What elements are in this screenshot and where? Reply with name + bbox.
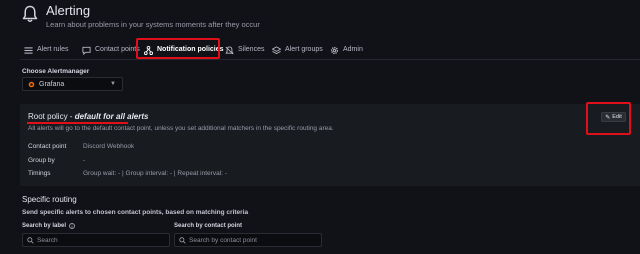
alertmanager-select[interactable]: Grafana ▼ <box>22 77 123 91</box>
tab-bar: Alert rules Contact points Notification … <box>20 40 640 60</box>
page-subtitle: Learn about problems in your systems mom… <box>46 20 260 29</box>
timings-key: Timings <box>28 170 51 177</box>
tab-label: Alert groups <box>285 46 323 53</box>
tab-contact-points[interactable]: Contact points <box>82 40 140 60</box>
group-by-value: - <box>83 157 86 164</box>
bell-slash-icon <box>225 45 234 54</box>
annotation-highlight-tab <box>136 38 220 59</box>
search-icon <box>179 236 186 244</box>
annotation-underline <box>27 122 128 124</box>
root-policy-title: Root policy - default for all alerts <box>28 112 148 121</box>
list-icon <box>24 46 33 54</box>
annotation-highlight-edit <box>586 102 631 135</box>
cog-icon <box>330 46 339 54</box>
search-icon <box>27 236 34 244</box>
root-policy-title-emphasis: default for all alerts <box>74 112 149 121</box>
search-by-contact-label: Search by contact point <box>174 223 242 229</box>
search-by-contact-text: Search by contact point <box>174 223 243 229</box>
tabs-divider <box>20 59 640 60</box>
alertmanager-label: Choose Alertmanager <box>22 68 90 75</box>
tab-silences[interactable]: Silences <box>225 40 264 60</box>
tab-admin[interactable]: Admin <box>330 40 363 60</box>
search-by-contact-input[interactable] <box>189 236 309 244</box>
root-policy-description: All alerts will go to the default contac… <box>28 125 334 132</box>
tab-alert-groups[interactable]: Alert groups <box>272 40 323 60</box>
search-by-contact-field[interactable] <box>174 233 322 247</box>
layer-group-icon <box>272 45 281 54</box>
contact-point-key: Contact point <box>28 143 67 150</box>
tab-alert-rules[interactable]: Alert rules <box>24 40 69 60</box>
search-by-label-text: Search by label <box>22 223 67 229</box>
tab-label: Contact points <box>95 46 140 53</box>
tab-label: Silences <box>238 46 265 53</box>
chevron-down-icon: ▼ <box>110 81 116 87</box>
grafana-logo-icon <box>28 81 35 87</box>
tab-label: Admin <box>343 46 363 53</box>
specific-routing-title: Specific routing <box>22 195 77 204</box>
root-policy-title-prefix: Root policy - <box>28 112 75 121</box>
comment-icon <box>82 46 91 55</box>
search-by-label-label: Search by label i <box>22 223 76 229</box>
group-by-key: Group by <box>28 157 55 164</box>
timings-value: Group wait: - | Group interval: - | Repe… <box>83 170 227 177</box>
search-by-label-field[interactable] <box>22 233 170 247</box>
page-title: Alerting <box>46 3 91 18</box>
search-by-label-input[interactable] <box>37 236 157 244</box>
tab-label: Alert rules <box>37 46 69 53</box>
alertmanager-selected-value: Grafana <box>39 80 65 88</box>
alerting-page: Alerting Learn about problems in your sy… <box>0 0 640 254</box>
contact-point-value: Discord Webhook <box>83 143 135 150</box>
bell-icon <box>22 5 38 22</box>
specific-routing-description: Send specific alerts to chosen contact p… <box>22 209 249 216</box>
info-icon[interactable]: i <box>69 223 76 229</box>
